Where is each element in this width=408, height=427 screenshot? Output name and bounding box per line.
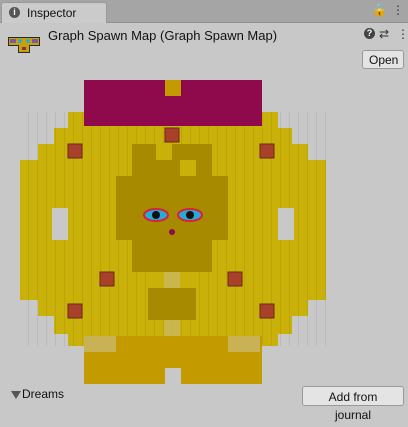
spawn-marker [67, 303, 83, 319]
dreams-label[interactable]: Dreams [22, 387, 64, 401]
info-icon: i [9, 7, 20, 18]
tab-title: Inspector [27, 6, 77, 20]
spawn-marker [259, 303, 275, 319]
add-from-journal-button[interactable]: Add from journal [302, 386, 404, 422]
spawn-marker [227, 271, 243, 287]
spawn-marker [259, 143, 275, 159]
center-path-tile [164, 320, 180, 336]
bottom-right-tile [228, 336, 260, 352]
lock-icon[interactable]: 🔒 [372, 3, 387, 18]
top-door-tile [165, 80, 181, 96]
foldout-arrow-icon[interactable] [11, 391, 21, 399]
right-notch [278, 208, 294, 240]
graph-spawn-map-icon [8, 37, 40, 53]
tab-inspector[interactable]: i Inspector [1, 2, 107, 23]
left-notch [52, 208, 68, 240]
map-preview[interactable] [20, 80, 326, 384]
bottom-left-tile [84, 336, 116, 352]
spawn-marker [67, 143, 83, 159]
bottom-gap [165, 368, 181, 384]
spawn-point-marker [169, 229, 175, 235]
tab-bar: i Inspector 🔒 ⋮ [0, 0, 408, 23]
settings-icon[interactable]: ⇄ [379, 28, 389, 41]
inspector-header: Graph Spawn Map (Graph Spawn Map) ? ⇄ ⋮ [0, 23, 408, 71]
spawn-marker [164, 127, 180, 143]
center-path-tile [164, 272, 180, 288]
spawn-marker [99, 271, 115, 287]
help-icon[interactable]: ? [364, 28, 375, 39]
asset-title: Graph Spawn Map (Graph Spawn Map) [48, 28, 278, 43]
tab-menu-icon[interactable]: ⋮ [392, 3, 404, 18]
more-options-icon[interactable]: ⋮ [397, 28, 408, 41]
open-button[interactable]: Open [362, 50, 404, 69]
